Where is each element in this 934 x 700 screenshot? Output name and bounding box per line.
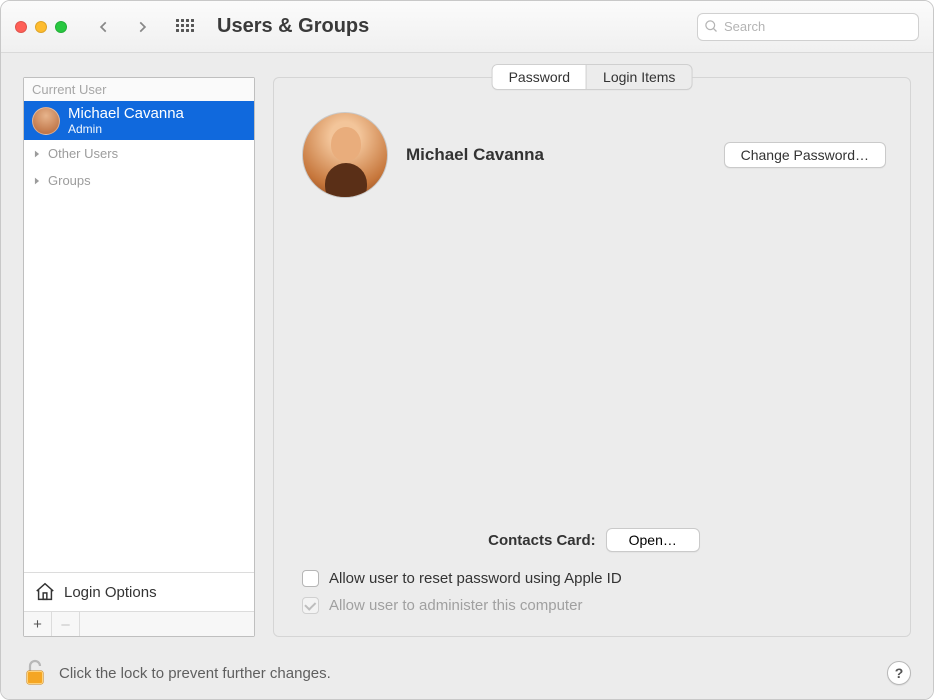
change-password-button[interactable]: Change Password… [724, 142, 886, 168]
help-button[interactable]: ? [887, 661, 911, 685]
prefs-window: Users & Groups Current User Michael Cava… [0, 0, 934, 700]
search-field[interactable] [697, 13, 919, 41]
remove-user-button[interactable]: – [52, 612, 80, 636]
panel-content: Michael Cavanna Change Password… Contact… [274, 78, 910, 636]
user-fullname: Michael Cavanna [406, 145, 544, 165]
forward-button[interactable] [127, 13, 157, 41]
user-avatar[interactable] [302, 112, 388, 198]
sidebar-current-user[interactable]: Michael Cavanna Admin [24, 101, 254, 140]
open-contacts-button[interactable]: Open… [606, 528, 700, 552]
sidebar-item-other-users[interactable]: Other Users [24, 140, 254, 167]
allow-admin-checkbox [302, 597, 319, 614]
settings-panel: Password Login Items Michael Cavanna Cha… [273, 77, 911, 637]
sidebar-header-current-user: Current User [24, 78, 254, 101]
sidebar-user-role: Admin [68, 122, 184, 136]
footer: Click the lock to prevent further change… [1, 647, 933, 699]
contacts-card-label: Contacts Card: [488, 532, 596, 549]
tab-password[interactable]: Password [493, 65, 587, 89]
sidebar-item-label: Other Users [48, 146, 118, 161]
contacts-card-row: Contacts Card: Open… [302, 528, 886, 552]
login-options-button[interactable]: Login Options [24, 572, 254, 611]
close-window-button[interactable] [15, 21, 27, 33]
sidebar-user-name: Michael Cavanna [68, 105, 184, 122]
minimize-window-button[interactable] [35, 21, 47, 33]
house-icon [34, 581, 56, 603]
chevron-right-icon [32, 149, 42, 159]
panel-spacer [302, 198, 886, 528]
sidebar-item-label: Groups [48, 173, 91, 188]
unlock-icon [23, 658, 47, 686]
user-header: Michael Cavanna Change Password… [302, 112, 886, 198]
lock-text: Click the lock to prevent further change… [59, 665, 331, 682]
add-remove-bar: + – [24, 611, 254, 636]
window-title: Users & Groups [217, 15, 369, 38]
body: Current User Michael Cavanna Admin Other… [1, 53, 933, 699]
lock-button[interactable] [23, 658, 47, 689]
titlebar: Users & Groups [1, 1, 933, 53]
sidebar-spacer [24, 194, 254, 572]
chevron-right-icon [32, 176, 42, 186]
allow-reset-checkbox[interactable] [302, 570, 319, 587]
allow-reset-label: Allow user to reset password using Apple… [329, 570, 622, 587]
tab-login-items[interactable]: Login Items [587, 65, 691, 89]
users-sidebar: Current User Michael Cavanna Admin Other… [23, 77, 255, 637]
panel-tabs: Password Login Items [492, 64, 693, 90]
zoom-window-button[interactable] [55, 21, 67, 33]
search-icon [704, 19, 719, 34]
show-all-prefs-button[interactable] [169, 13, 199, 41]
back-button[interactable] [89, 13, 119, 41]
avatar-icon [32, 107, 60, 135]
sidebar-item-groups[interactable]: Groups [24, 167, 254, 194]
add-remove-fill [80, 612, 254, 636]
sidebar-user-text: Michael Cavanna Admin [68, 105, 184, 136]
allow-admin-row: Allow user to administer this computer [302, 597, 886, 614]
top-area: Current User Michael Cavanna Admin Other… [1, 53, 933, 647]
login-options-label: Login Options [64, 584, 157, 601]
allow-reset-row[interactable]: Allow user to reset password using Apple… [302, 570, 886, 587]
add-user-button[interactable]: + [24, 612, 52, 636]
allow-admin-label: Allow user to administer this computer [329, 597, 582, 614]
search-input[interactable] [697, 13, 919, 41]
traffic-lights [15, 21, 67, 33]
